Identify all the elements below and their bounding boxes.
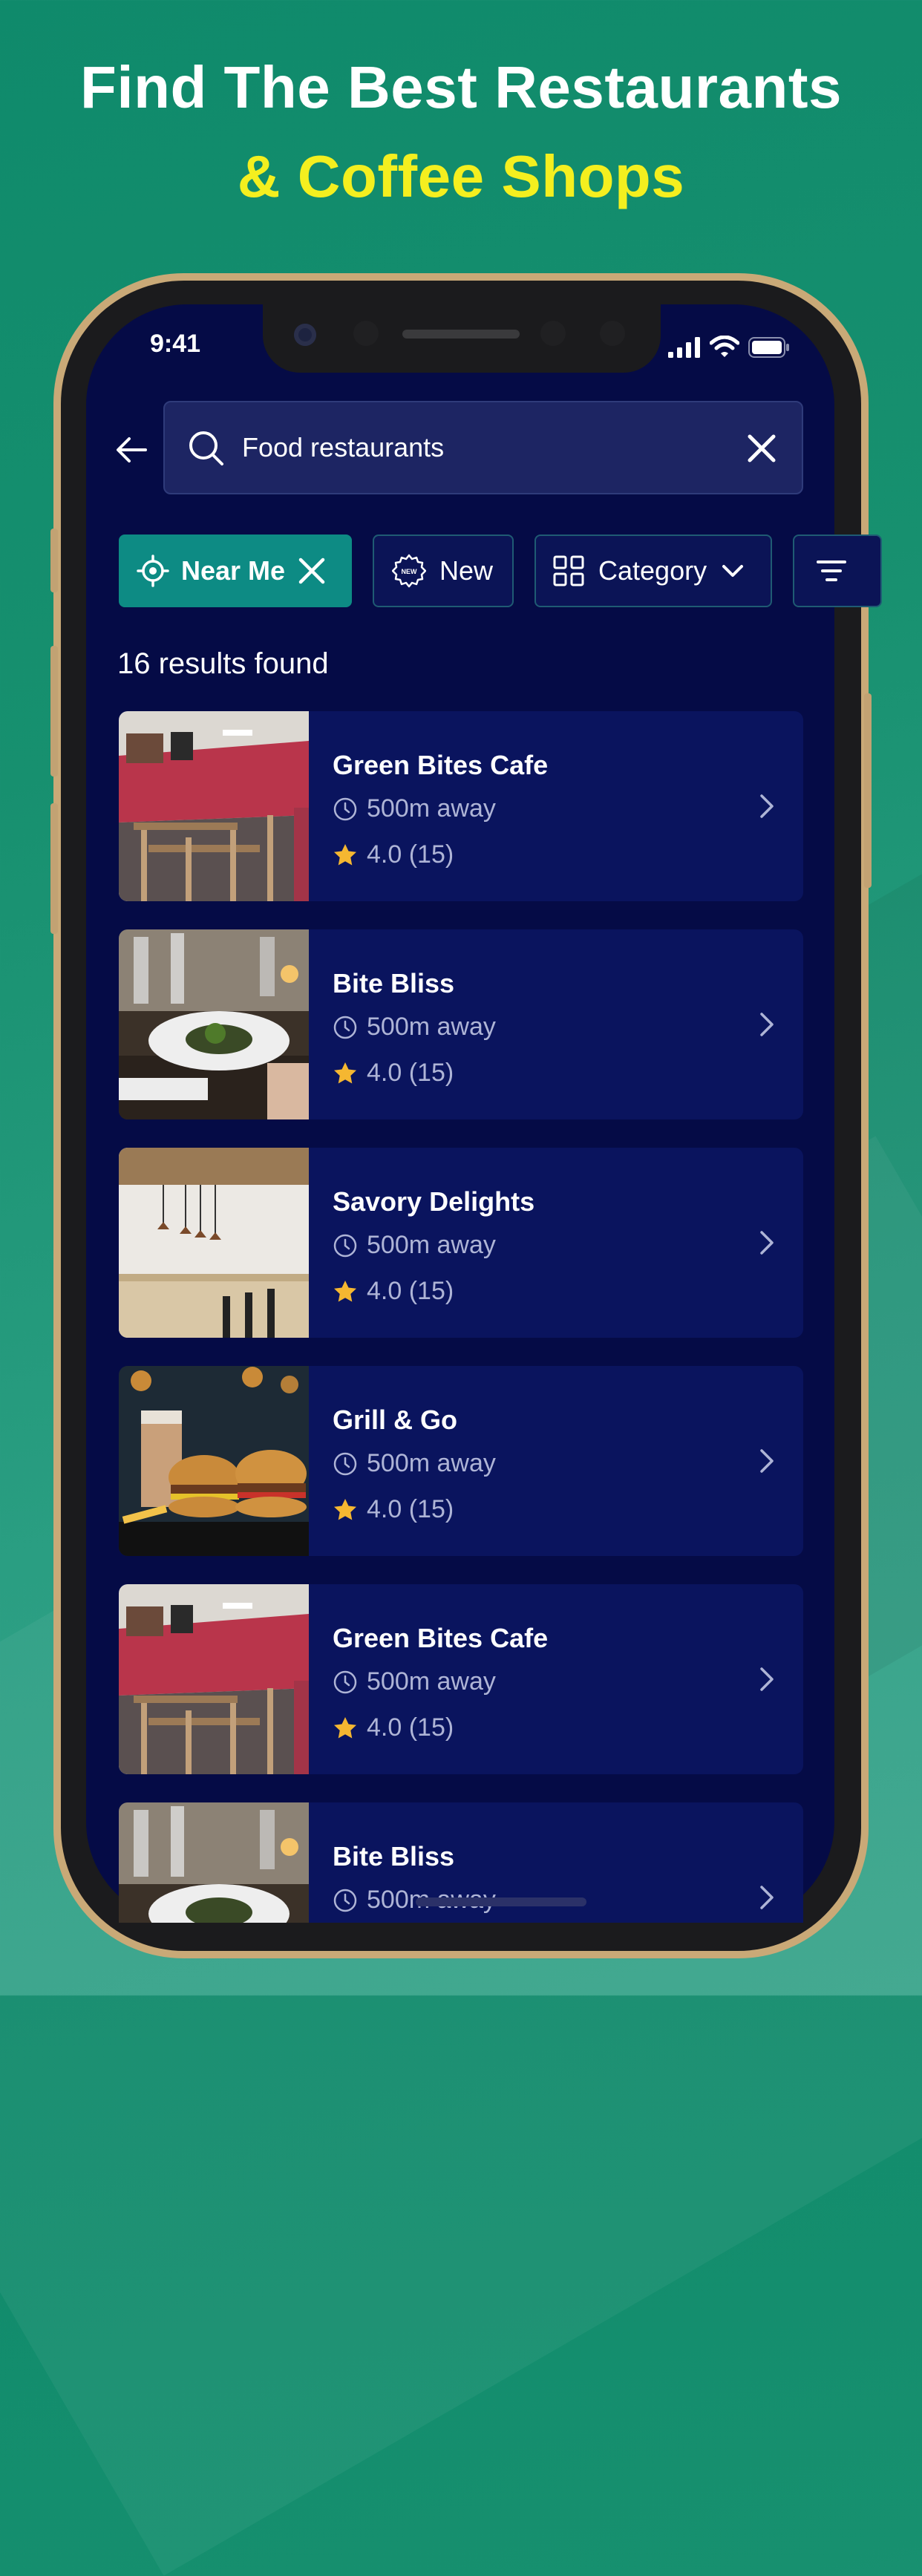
chip-category-label: Category	[598, 555, 707, 586]
status-time: 9:41	[150, 330, 201, 358]
grid-icon	[553, 555, 584, 586]
mute-switch	[50, 529, 58, 592]
card-distance: 500m away	[367, 1667, 496, 1696]
restaurant-photo	[119, 1366, 309, 1556]
card-rating-row: 4.0 (15)	[333, 1713, 454, 1742]
search-field[interactable]: Food restaurants	[163, 401, 803, 494]
card-title: Bite Bliss	[333, 968, 455, 998]
chevron-right-icon	[760, 794, 774, 818]
new-badge-text: NEW	[402, 568, 418, 575]
card-title: Savory Delights	[333, 1186, 535, 1217]
star-icon	[334, 1498, 356, 1520]
clear-search-icon[interactable]	[744, 431, 779, 466]
sensor	[353, 321, 379, 346]
chip-new[interactable]: NEW New	[373, 535, 514, 607]
card-rating-row: 4.0 (15)	[333, 840, 454, 869]
restaurant-card[interactable]: Savory Delights 500m away 4.0 (15)	[119, 1148, 803, 1338]
card-distance-row: 500m away	[333, 1667, 496, 1696]
clock-icon	[333, 797, 357, 820]
chip-category[interactable]: Category	[534, 535, 772, 607]
card-distance-row: 500m away	[333, 794, 496, 823]
card-distance-row: 500m away	[333, 1013, 496, 1042]
cellular-signal-icon	[668, 337, 700, 358]
card-rating-row: 4.0 (15)	[333, 1277, 454, 1306]
clock-icon	[333, 1016, 357, 1039]
card-distance: 500m away	[367, 1231, 496, 1259]
battery-icon	[748, 337, 789, 358]
chevron-right-icon	[760, 1013, 774, 1036]
chip-filter[interactable]	[793, 535, 882, 607]
restaurant-card[interactable]: Green Bites Cafe 500m away 4.0 (15)	[119, 711, 803, 901]
chip-near-me[interactable]: Near Me	[119, 535, 352, 607]
restaurant-card[interactable]: Bite Bliss 500m away 4.0 (15)	[119, 929, 803, 1119]
arrow-left-icon	[117, 437, 147, 462]
card-rating: 4.0 (15)	[367, 1713, 454, 1742]
close-icon[interactable]	[297, 556, 327, 586]
clock-icon	[333, 1670, 357, 1693]
card-rating: 4.0 (15)	[367, 840, 454, 869]
card-title: Grill & Go	[333, 1405, 458, 1435]
search-icon	[189, 431, 223, 465]
earpiece-speaker	[402, 330, 520, 339]
wifi-icon	[710, 336, 739, 357]
card-rating-row: 4.0 (15)	[333, 1059, 454, 1088]
front-camera	[294, 324, 316, 346]
card-title: Green Bites Cafe	[333, 1623, 549, 1653]
home-indicator	[416, 1897, 586, 1906]
chevron-right-icon	[760, 1667, 774, 1691]
chevron-right-icon	[760, 1449, 774, 1473]
card-distance-row: 500m away	[333, 1231, 496, 1260]
restaurant-photo	[119, 929, 309, 1119]
restaurant-card[interactable]: Grill & Go 500m away 4.0 (15)	[119, 1366, 803, 1556]
card-rating: 4.0 (15)	[367, 1059, 454, 1087]
card-rating: 4.0 (15)	[367, 1495, 454, 1523]
card-distance: 500m away	[367, 1449, 496, 1477]
chip-near-me-label: Near Me	[181, 555, 286, 586]
sensor	[540, 321, 566, 346]
back-button[interactable]	[111, 429, 153, 471]
clock-icon	[333, 1889, 357, 1912]
restaurant-photo	[119, 1802, 309, 1923]
volume-up-button	[50, 646, 58, 777]
new-badge-icon: NEW	[392, 554, 426, 588]
chevron-right-icon	[760, 1231, 774, 1255]
results-count: 16 results found	[117, 647, 329, 680]
filter-icon	[817, 560, 846, 581]
location-target-icon	[137, 555, 169, 587]
restaurant-photo	[119, 1148, 309, 1338]
status-icons	[668, 336, 790, 358]
sensor	[600, 321, 625, 346]
card-distance: 500m away	[367, 1013, 496, 1041]
restaurant-photo	[119, 711, 309, 901]
volume-down-button	[50, 803, 58, 934]
star-icon	[334, 843, 356, 865]
card-distance-row: 500m away	[333, 1449, 496, 1478]
headline-line-2: & Coffee Shops	[237, 143, 685, 209]
card-title: Green Bites Cafe	[333, 750, 549, 780]
card-rating-row: 4.0 (15)	[333, 1495, 454, 1524]
power-button	[864, 693, 872, 888]
headline-line-1: Find The Best Restaurants	[79, 54, 842, 120]
chip-new-label: New	[439, 555, 494, 586]
card-rating: 4.0 (15)	[367, 1277, 454, 1305]
card-title: Bite Bliss	[333, 1841, 455, 1871]
chevron-down-icon	[722, 565, 744, 577]
star-icon	[334, 1280, 356, 1301]
star-icon	[334, 1062, 356, 1083]
chevron-right-icon	[760, 1886, 774, 1909]
restaurant-photo	[119, 1584, 309, 1774]
card-distance: 500m away	[367, 794, 496, 823]
clock-icon	[333, 1452, 357, 1475]
search-input[interactable]: Food restaurants	[242, 432, 444, 463]
clock-icon	[333, 1234, 357, 1257]
star-icon	[334, 1716, 356, 1738]
restaurant-card[interactable]: Green Bites Cafe 500m away 4.0 (15)	[119, 1584, 803, 1774]
